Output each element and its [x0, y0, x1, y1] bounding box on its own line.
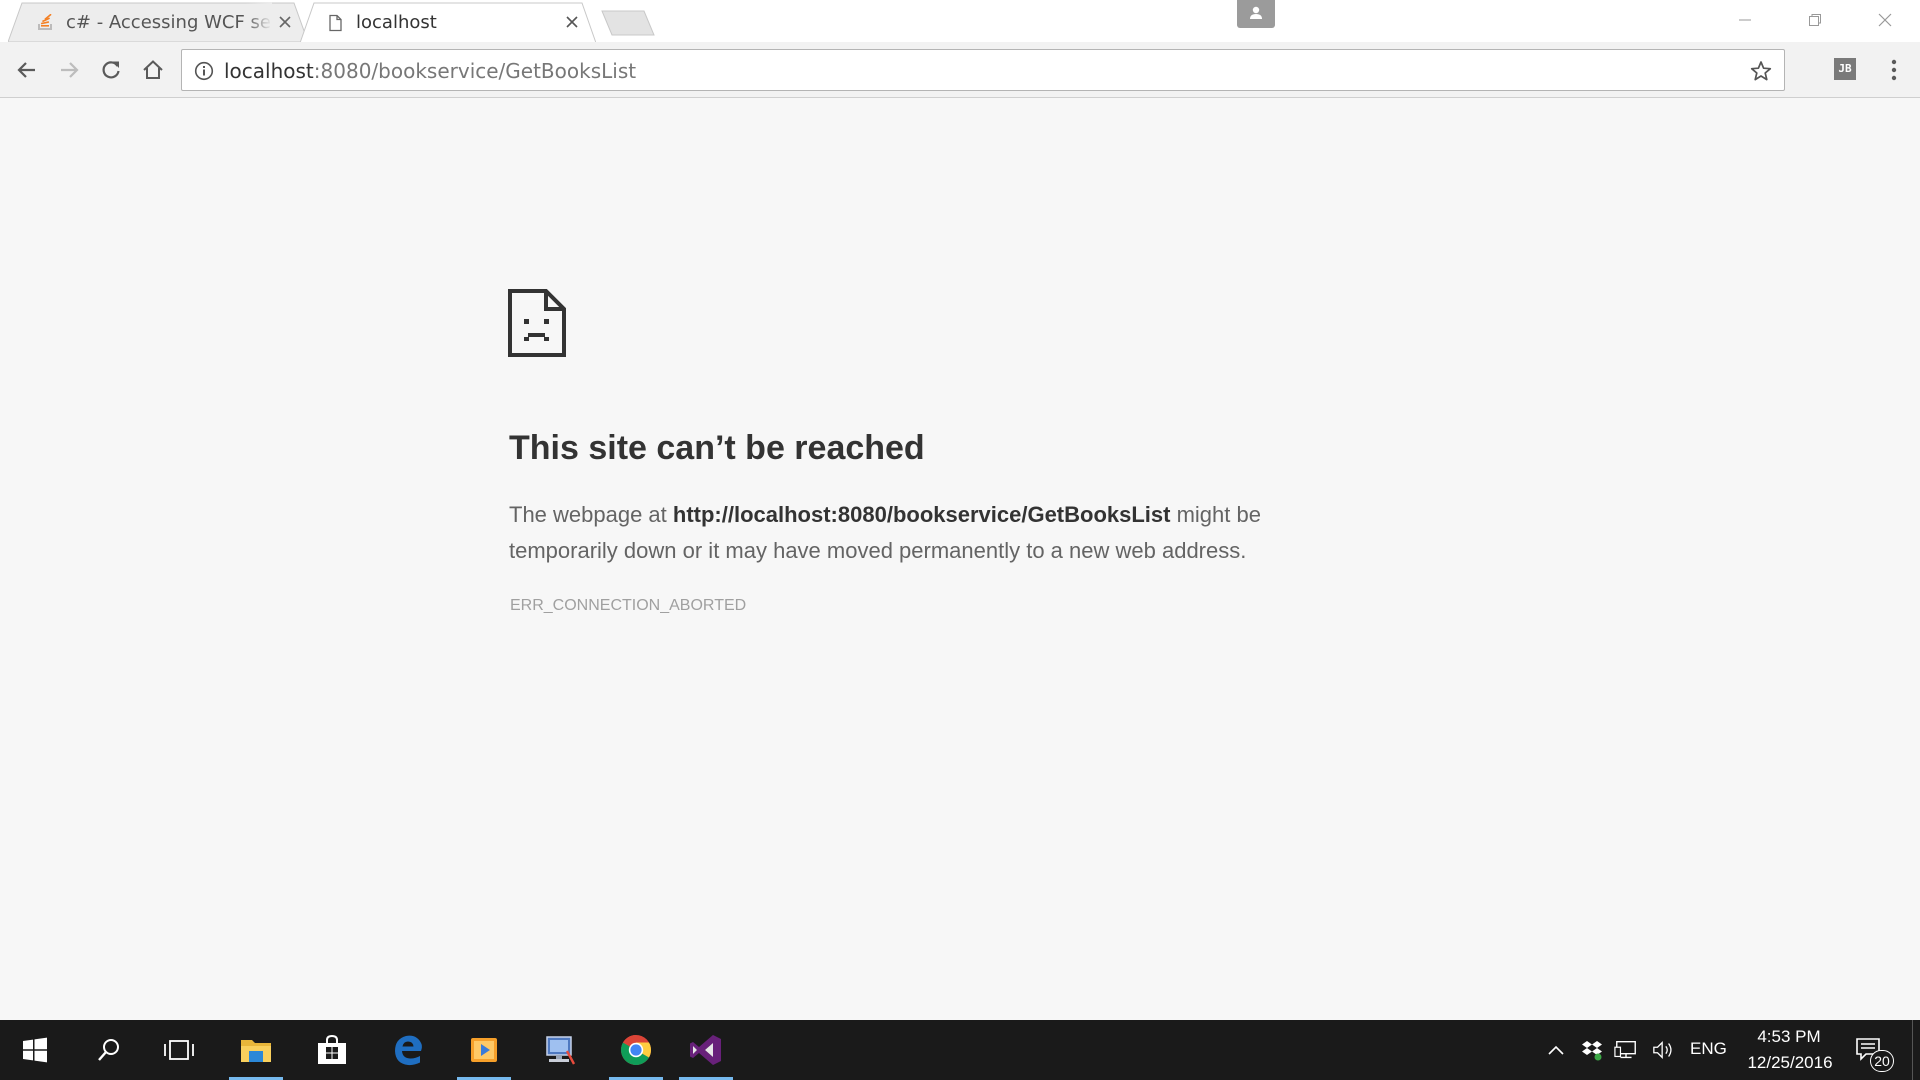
jetbrains-extension-button[interactable]: JB	[1834, 58, 1856, 80]
tray-volume[interactable]	[1652, 1038, 1676, 1062]
minimize-button[interactable]	[1710, 0, 1780, 40]
reload-icon	[102, 61, 120, 79]
close-icon	[1878, 13, 1892, 27]
media-player-icon	[471, 1038, 497, 1062]
page-icon	[329, 14, 342, 32]
task-view-icon	[164, 1040, 194, 1060]
url-path: :8080/bookservice/GetBooksList	[313, 59, 637, 83]
reload-button[interactable]	[95, 54, 127, 86]
chevron-up-icon	[1548, 1045, 1564, 1055]
taskbar-network-tool[interactable]	[529, 1020, 591, 1080]
volume-icon	[1653, 1041, 1672, 1059]
error-url: http://localhost:8080/bookservice/GetBoo…	[672, 502, 1171, 527]
tab-localhost[interactable]: localhost	[300, 2, 596, 44]
close-icon[interactable]	[563, 13, 581, 31]
minimize-icon	[1739, 19, 1751, 21]
tab-title: localhost	[356, 12, 437, 33]
profile-button[interactable]	[1237, 0, 1275, 28]
error-description: The webpage at http://localhost:8080/boo…	[509, 497, 1349, 569]
address-bar[interactable]: localhost:8080/bookservice/GetBooksList	[181, 49, 1785, 91]
error-title: This site can’t be reached	[509, 429, 925, 467]
sad-page-icon	[508, 289, 566, 357]
restore-button[interactable]	[1780, 0, 1850, 40]
home-icon	[143, 60, 163, 79]
folder-icon	[241, 1040, 271, 1062]
tab-stackoverflow[interactable]: c# - Accessing WCF serv	[8, 2, 308, 42]
chrome-icon	[621, 1035, 651, 1066]
more-menu-icon[interactable]	[1882, 54, 1906, 86]
url-host: localhost	[224, 59, 314, 83]
dropbox-icon	[1582, 1041, 1602, 1061]
task-view-button[interactable]	[148, 1020, 210, 1080]
arrow-left-icon	[17, 62, 35, 78]
tray-network[interactable]	[1614, 1038, 1638, 1062]
clock-time[interactable]: 4:53 PM	[1754, 1027, 1824, 1047]
input-language[interactable]: ENG	[1690, 1039, 1727, 1059]
error-code: ERR_CONNECTION_ABORTED	[510, 597, 747, 614]
start-button[interactable]	[4, 1020, 66, 1080]
search-button[interactable]	[78, 1020, 140, 1080]
store-icon	[318, 1035, 346, 1064]
restore-icon	[1809, 14, 1821, 26]
taskbar-media-player[interactable]	[453, 1020, 515, 1080]
tab-strip: c# - Accessing WCF serv localhost	[0, 0, 1920, 44]
tray-dropbox[interactable]	[1580, 1038, 1604, 1062]
person-icon	[1250, 6, 1262, 19]
error-desc-prefix: The webpage at	[509, 502, 673, 527]
tab-title: c# - Accessing WCF serv	[66, 12, 271, 33]
back-button[interactable]	[11, 54, 43, 86]
notification-count-badge: 20	[1870, 1050, 1894, 1072]
show-desktop-button[interactable]	[1912, 1020, 1920, 1080]
search-icon	[98, 1039, 119, 1061]
stackoverflow-icon	[38, 14, 52, 30]
forward-button[interactable]	[53, 54, 85, 86]
taskbar-store[interactable]	[301, 1020, 363, 1080]
info-icon[interactable]	[194, 61, 214, 81]
taskbar: ENG 4:53 PM 12/25/2016 20	[0, 1020, 1920, 1080]
show-hidden-icons-button[interactable]	[1544, 1038, 1568, 1062]
windows-logo-icon	[23, 1037, 47, 1063]
arrow-right-icon	[61, 62, 79, 78]
taskbar-edge[interactable]	[377, 1020, 439, 1080]
taskbar-chrome[interactable]	[605, 1020, 667, 1080]
taskbar-file-explorer[interactable]	[225, 1020, 287, 1080]
browser-toolbar: localhost:8080/bookservice/GetBooksList …	[0, 42, 1920, 98]
edge-icon	[395, 1035, 422, 1066]
visual-studio-icon	[690, 1035, 721, 1065]
tab-fade	[246, 2, 272, 40]
bookmark-star-icon[interactable]	[1750, 60, 1772, 82]
close-window-button[interactable]	[1850, 0, 1920, 40]
new-tab-button[interactable]	[600, 10, 656, 36]
network-icon	[1614, 1041, 1636, 1059]
clock-date[interactable]: 12/25/2016	[1740, 1053, 1840, 1073]
network-computer-icon	[546, 1036, 576, 1065]
close-icon[interactable]	[276, 13, 294, 31]
taskbar-visual-studio[interactable]	[675, 1020, 737, 1080]
page-content: This site can’t be reached The webpage a…	[0, 99, 1920, 1020]
url-text[interactable]: localhost:8080/bookservice/GetBooksList	[224, 59, 636, 83]
home-button[interactable]	[137, 54, 169, 86]
